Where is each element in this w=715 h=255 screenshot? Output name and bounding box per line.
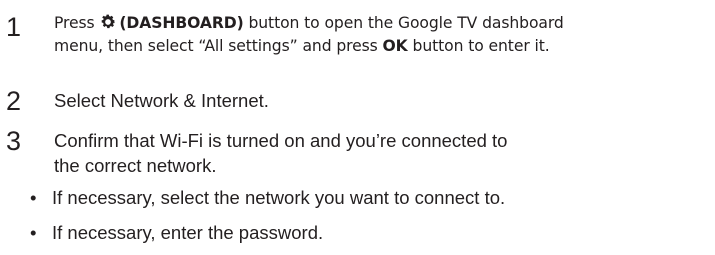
step-2-text: Select Network & Internet. <box>54 90 269 111</box>
step-1-line-2: menu, then select “All settings” and pre… <box>54 35 564 58</box>
step-1-line-1: Press (DASHBOARD) button to open the Goo… <box>54 12 564 35</box>
step-number: 2 <box>6 86 22 116</box>
bullet-text: If necessary, select the network you wan… <box>52 187 506 208</box>
bullet-symbol: • <box>30 222 37 243</box>
bullet-symbol: • <box>30 187 37 208</box>
bullet-text: If necessary, enter the password. <box>52 222 324 243</box>
step-1-line-2-prefix: menu, then select “All settings” and pre… <box>54 37 378 55</box>
ok-button-label: OK <box>382 37 408 55</box>
step-1-line-2-suffix: button to enter it. <box>412 37 550 55</box>
step-3-line-1: Confirm that Wi-Fi is turned on and you’… <box>54 130 508 151</box>
step-3-line-2: the correct network. <box>54 155 217 176</box>
step-1-text: Press (DASHBOARD) button to open the Goo… <box>54 12 564 58</box>
step-3-text: Confirm that Wi-Fi is turned on and you’… <box>54 128 507 178</box>
step-number: 1 <box>6 12 22 42</box>
step-number: 3 <box>6 126 22 156</box>
list-item: • If necessary, enter the password. <box>30 221 323 245</box>
list-item: • If necessary, select the network you wa… <box>30 186 505 210</box>
gear-icon <box>99 13 117 31</box>
dashboard-button-label: (DASHBOARD) <box>119 14 244 32</box>
step-1-line-1-suffix: button to open the Google TV dashboard <box>248 14 564 32</box>
step-1-press-label: Press <box>54 14 95 32</box>
